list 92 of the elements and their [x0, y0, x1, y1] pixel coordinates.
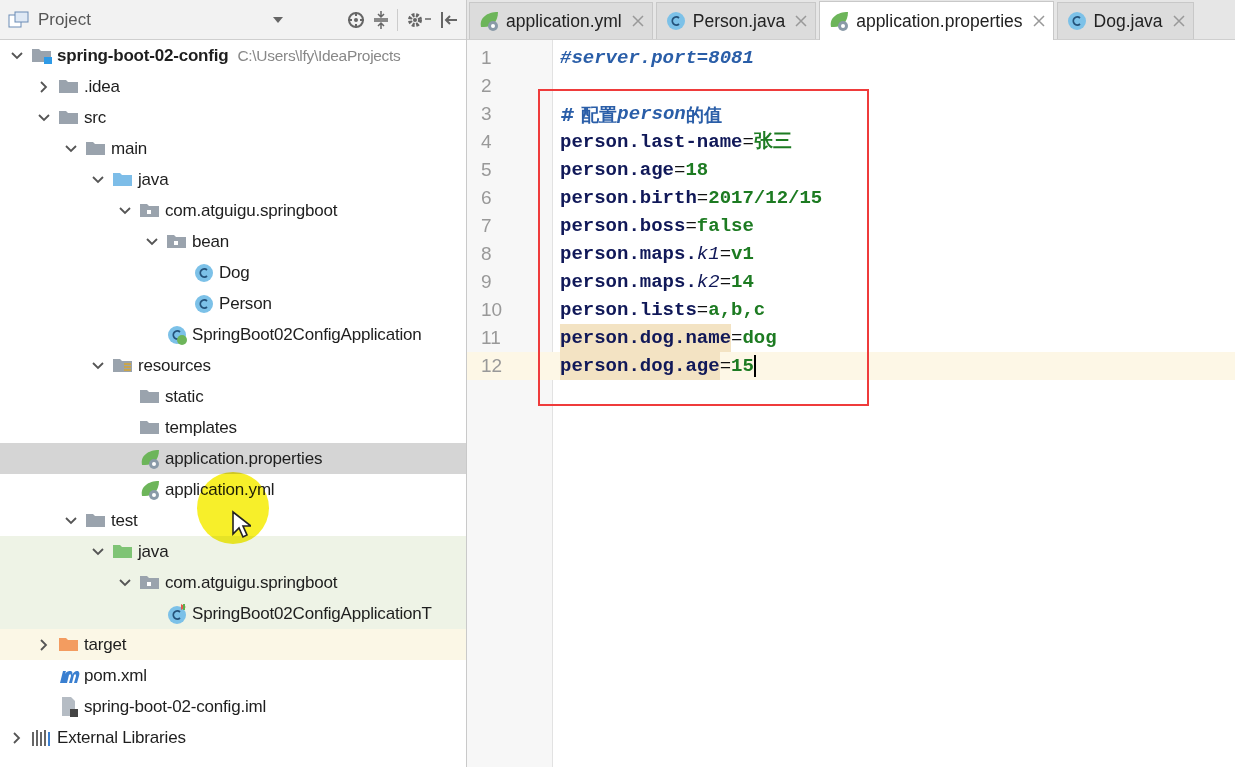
class-icon: [166, 323, 188, 346]
tree-label: Dog: [219, 261, 250, 284]
tree-label: resources: [138, 354, 211, 377]
tree-label: main: [111, 137, 148, 160]
tree-row[interactable]: External Libraries: [0, 722, 466, 753]
class-icon: [664, 10, 687, 32]
tree-label: java: [138, 168, 169, 191]
editor-tab[interactable]: application.yml: [469, 2, 653, 39]
tree-label: application.properties: [165, 447, 323, 470]
tree-label: static: [165, 385, 204, 408]
editor-tab[interactable]: Person.java: [655, 2, 817, 39]
line-number: 6: [480, 185, 493, 210]
leaf-icon: [139, 478, 161, 501]
line-number: 4: [480, 129, 493, 154]
tree-row[interactable]: main: [0, 133, 466, 164]
project-icon: [8, 10, 30, 29]
line-number: 7: [480, 213, 493, 238]
tree-label: com.atguigu.springboot: [165, 571, 338, 594]
tree-row[interactable]: spring-boot-02-config C:\Users\lfy\IdeaProjects: [0, 40, 466, 71]
code-text: person.lists=a,b,c: [560, 297, 766, 323]
code-text: person.dog.age=15: [560, 351, 756, 381]
tree-row[interactable]: application.properties: [0, 443, 466, 474]
leaf-icon: [478, 10, 500, 32]
collapse-all-icon[interactable]: [373, 10, 389, 29]
tree-label: spring-boot-02-config.iml: [84, 695, 267, 718]
code-text: person.age=18: [560, 157, 709, 183]
tree-row[interactable]: com.atguigu.springboot: [0, 195, 466, 226]
tree-row[interactable]: Dog: [0, 257, 466, 288]
class-icon: [193, 292, 215, 315]
line-number: 1: [480, 45, 493, 70]
tree-label: SpringBoot02ConfigApplication: [192, 323, 422, 346]
settings-icon[interactable]: [406, 10, 432, 29]
panel-title: Project: [38, 8, 91, 31]
class-icon: [166, 602, 188, 625]
code-text: person.maps.k2=14: [560, 269, 754, 295]
close-icon[interactable]: [1032, 15, 1045, 27]
tree-row[interactable]: static: [0, 381, 466, 412]
code-text: person.birth=2017/12/15: [560, 185, 823, 211]
editor-tab[interactable]: application.properties: [819, 1, 1054, 40]
tree-row[interactable]: Person: [0, 288, 466, 319]
tree-row[interactable]: bean: [0, 226, 466, 257]
leaf-icon: [139, 447, 161, 470]
code-text: # 配置person的值: [560, 101, 722, 127]
leaf-icon: [828, 10, 851, 32]
code-text: person.boss=false: [560, 213, 754, 239]
line-number: 5: [480, 157, 493, 182]
tree-label: bean: [192, 230, 230, 253]
dropdown-caret-icon[interactable]: [273, 16, 283, 23]
tree-label: templates: [165, 416, 237, 439]
line-number: 8: [480, 241, 493, 266]
editor-tab[interactable]: Dog.java: [1056, 2, 1194, 39]
tree-row[interactable]: resources: [0, 350, 466, 381]
tree-label: com.atguigu.springboot: [165, 199, 338, 222]
tree-row[interactable]: java: [0, 536, 466, 567]
tree-label: test: [111, 509, 138, 532]
tree-row[interactable]: test: [0, 505, 466, 536]
line-number: 10: [480, 297, 504, 322]
class-icon: [1065, 10, 1088, 32]
tree-row[interactable]: .idea: [0, 71, 466, 102]
line-number: 2: [480, 73, 493, 98]
line-number: 12: [480, 353, 504, 378]
tree-label: spring-boot-02-config: [57, 44, 229, 67]
line-number: 11: [480, 325, 502, 350]
project-path: C:\Users\lfy\IdeaProjects: [237, 45, 401, 66]
text-caret: [753, 355, 756, 377]
code-text: person.last-name=张三: [560, 129, 792, 155]
tree-label: pom.xml: [84, 664, 147, 687]
line-number: 3: [480, 101, 493, 126]
tree-label: Person: [219, 292, 272, 315]
tree-row[interactable]: SpringBoot02ConfigApplication: [0, 319, 466, 350]
hide-panel-icon[interactable]: [440, 10, 458, 29]
cursor-icon: [231, 510, 251, 540]
tree-row[interactable]: src: [0, 102, 466, 133]
tree-label: src: [84, 106, 107, 129]
line-number: 9: [480, 269, 493, 294]
tree-label: SpringBoot02ConfigApplicationT: [192, 602, 432, 625]
tree-row[interactable]: target: [0, 629, 466, 660]
tree-label: target: [84, 633, 127, 656]
tree-row[interactable]: templates: [0, 412, 466, 443]
code-text: person.maps.k1=v1: [560, 241, 754, 267]
tree-row[interactable]: spring-boot-02-config.iml: [0, 691, 466, 722]
locate-icon[interactable]: [347, 10, 365, 29]
class-icon: [193, 261, 215, 284]
tree-row[interactable]: pom.xml: [0, 660, 466, 691]
tree-row[interactable]: com.atguigu.springboot: [0, 567, 466, 598]
tree-label: java: [138, 540, 169, 563]
code-text: person.dog.name=dog: [560, 323, 777, 353]
code-text: #server.port=8081: [560, 45, 754, 71]
tree-row[interactable]: SpringBoot02ConfigApplicationT: [0, 598, 466, 629]
tree-row[interactable]: java: [0, 164, 466, 195]
tree-label: .idea: [84, 75, 120, 98]
tree-label: External Libraries: [57, 726, 186, 749]
